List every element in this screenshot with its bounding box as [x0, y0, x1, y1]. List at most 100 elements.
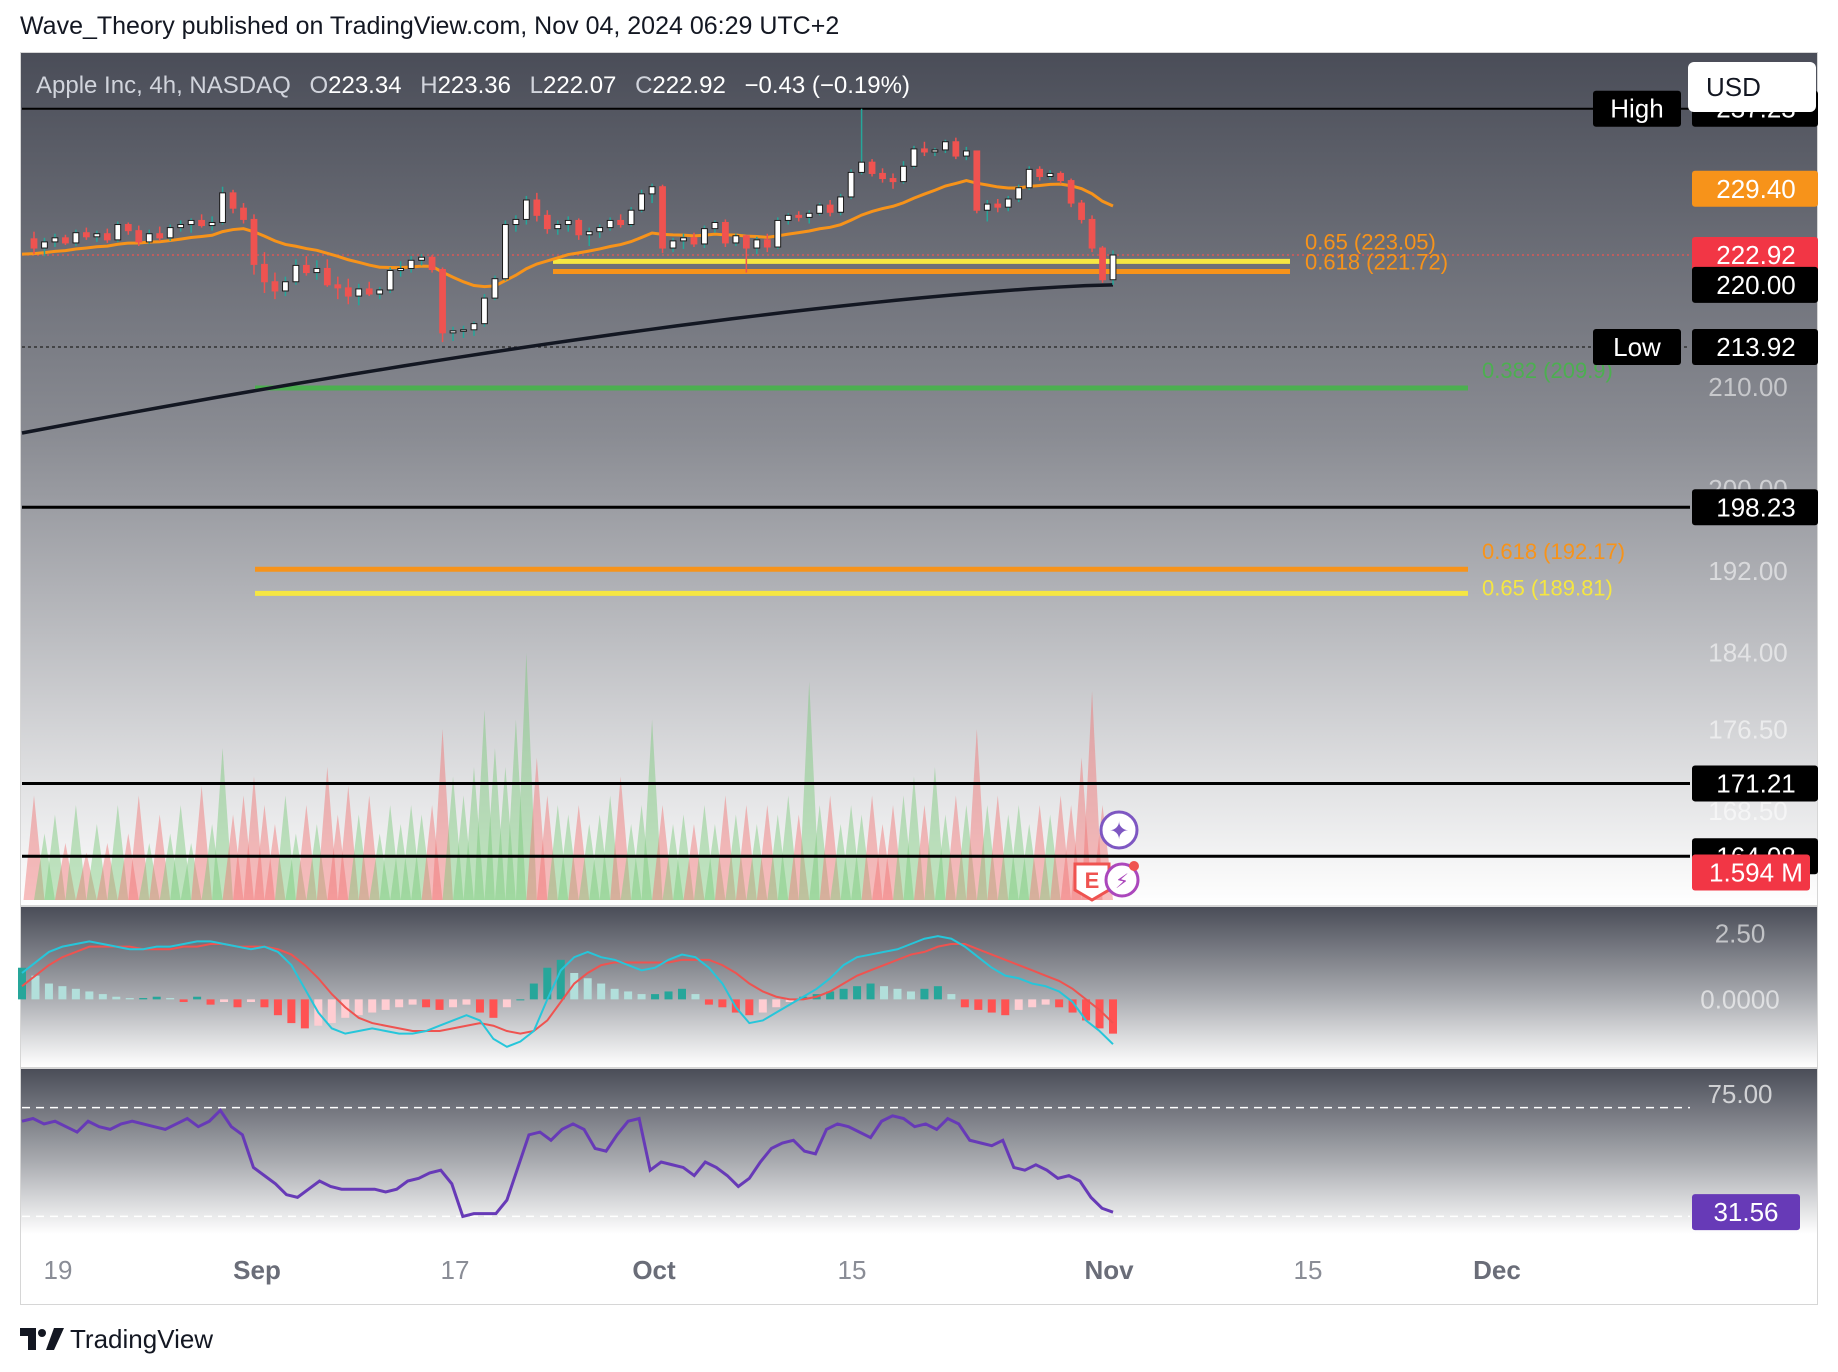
macd-histogram-bar: [408, 999, 417, 1005]
candle-body: [900, 165, 907, 183]
macd-histogram-bar: [974, 999, 983, 1010]
candle-body: [470, 323, 478, 331]
candle-body: [1025, 168, 1033, 189]
time-tick-label: 15: [1294, 1255, 1323, 1285]
candle-body: [638, 193, 645, 211]
macd-histogram-bar: [866, 983, 875, 1000]
candle-body: [564, 219, 572, 226]
macd-histogram-bar: [529, 983, 538, 1000]
legend-close: 222.92: [652, 72, 725, 99]
candle-body: [439, 269, 446, 334]
candle-body: [680, 237, 687, 242]
candle-body: [805, 212, 813, 218]
rsi-current-label: 31.56: [1713, 1197, 1778, 1227]
time-tick-label: 17: [441, 1255, 470, 1285]
candle-body: [795, 214, 803, 218]
macd-histogram-bar: [853, 986, 862, 1000]
time-axis-bg: [21, 1234, 1817, 1304]
macd-histogram-bar: [691, 994, 700, 1000]
candle-body: [187, 219, 195, 226]
macd-histogram-bar: [1109, 999, 1117, 1034]
candle-body: [177, 224, 185, 229]
candle-body: [879, 172, 886, 180]
legend-symbol: Apple Inc, 4h, NASDAQ: [36, 72, 291, 99]
candle-body: [921, 148, 928, 153]
macd-histogram-bar: [1055, 999, 1064, 1008]
legend-change: −0.43 (−0.19%): [745, 72, 910, 99]
price-tick-label: 184.00: [1708, 638, 1788, 668]
macd-histogram-bar: [1001, 999, 1010, 1016]
candle-body: [722, 221, 729, 244]
macd-histogram-bar: [139, 998, 148, 1000]
candle-body: [93, 233, 101, 238]
candle-body: [114, 224, 122, 241]
candle-body: [973, 150, 981, 211]
candle-body: [784, 214, 792, 221]
legend-high: 223.36: [438, 72, 511, 99]
macd-histogram-bar: [933, 986, 942, 1000]
candle-body: [250, 218, 258, 265]
candle-body: [51, 237, 59, 243]
candle-body: [648, 186, 656, 195]
fib-level-label: 0.618 (221.72): [1305, 250, 1448, 275]
price-tick-label: 192.00: [1708, 556, 1788, 586]
chart-canvas[interactable]: 0.65 (223.05)0.618 (221.72)0.382 (209.9)…: [0, 0, 1838, 1310]
legend-open-label: O: [309, 72, 328, 99]
macd-histogram-bar: [637, 994, 646, 1000]
time-tick-label: Dec: [1473, 1255, 1521, 1285]
macd-histogram-bar: [422, 999, 431, 1008]
candle-body: [1036, 168, 1044, 178]
currency-button[interactable]: USD: [1688, 62, 1816, 112]
candle-body: [627, 209, 635, 226]
price-axis-label: 213.92: [1716, 332, 1796, 362]
candle-body: [1067, 180, 1075, 204]
candle-body: [669, 240, 677, 249]
macd-histogram-bar: [947, 994, 956, 1000]
macd-histogram-bar: [354, 999, 363, 1016]
macd-histogram-bar: [395, 999, 404, 1008]
macd-tick-label: 0.0000: [1700, 984, 1780, 1014]
candle-body: [522, 199, 530, 220]
tradingview-logo[interactable]: TradingView: [20, 1324, 213, 1355]
candle-body: [910, 148, 918, 167]
candle-body: [512, 218, 520, 226]
macd-histogram-bar: [193, 996, 202, 1000]
candle-body: [386, 270, 394, 291]
macd-tick-label: 2.50: [1715, 918, 1766, 948]
candle-body: [124, 224, 132, 232]
macd-histogram-bar: [327, 999, 336, 1024]
macd-histogram-bar: [152, 996, 161, 1000]
macd-histogram-bar: [677, 988, 686, 1000]
macd-histogram-bar: [233, 999, 242, 1008]
candle-body: [428, 256, 436, 270]
macd-histogram-bar: [112, 996, 121, 1000]
candle-body: [1015, 187, 1023, 200]
tradingview-logo-icon: [20, 1327, 64, 1350]
candle-body: [365, 288, 373, 295]
macd-histogram-bar: [1041, 999, 1050, 1005]
notification-dot-icon: [1129, 861, 1139, 871]
candle-body: [837, 196, 845, 213]
candle-body: [82, 232, 90, 238]
macd-histogram-bar: [246, 999, 255, 1002]
candle-body: [952, 141, 960, 157]
candle-body: [659, 186, 666, 249]
candle-body: [826, 204, 834, 213]
candle-body: [1078, 202, 1085, 220]
candle-body: [208, 221, 216, 227]
macd-histogram-bar: [435, 999, 444, 1010]
candle-body: [219, 192, 226, 223]
candle-body: [145, 233, 153, 243]
candle-body: [198, 219, 205, 227]
candle-body: [292, 264, 300, 283]
macd-histogram-bar: [920, 988, 929, 1000]
candle-body: [271, 281, 279, 292]
candle-body: [261, 263, 268, 283]
macd-histogram-bar: [287, 999, 296, 1024]
candle-body: [135, 230, 143, 243]
candle-body: [1088, 218, 1096, 249]
candle-body: [962, 150, 970, 157]
macd-histogram-bar: [166, 998, 175, 1000]
macd-histogram-bar: [772, 999, 781, 1008]
macd-histogram-bar: [475, 999, 484, 1013]
